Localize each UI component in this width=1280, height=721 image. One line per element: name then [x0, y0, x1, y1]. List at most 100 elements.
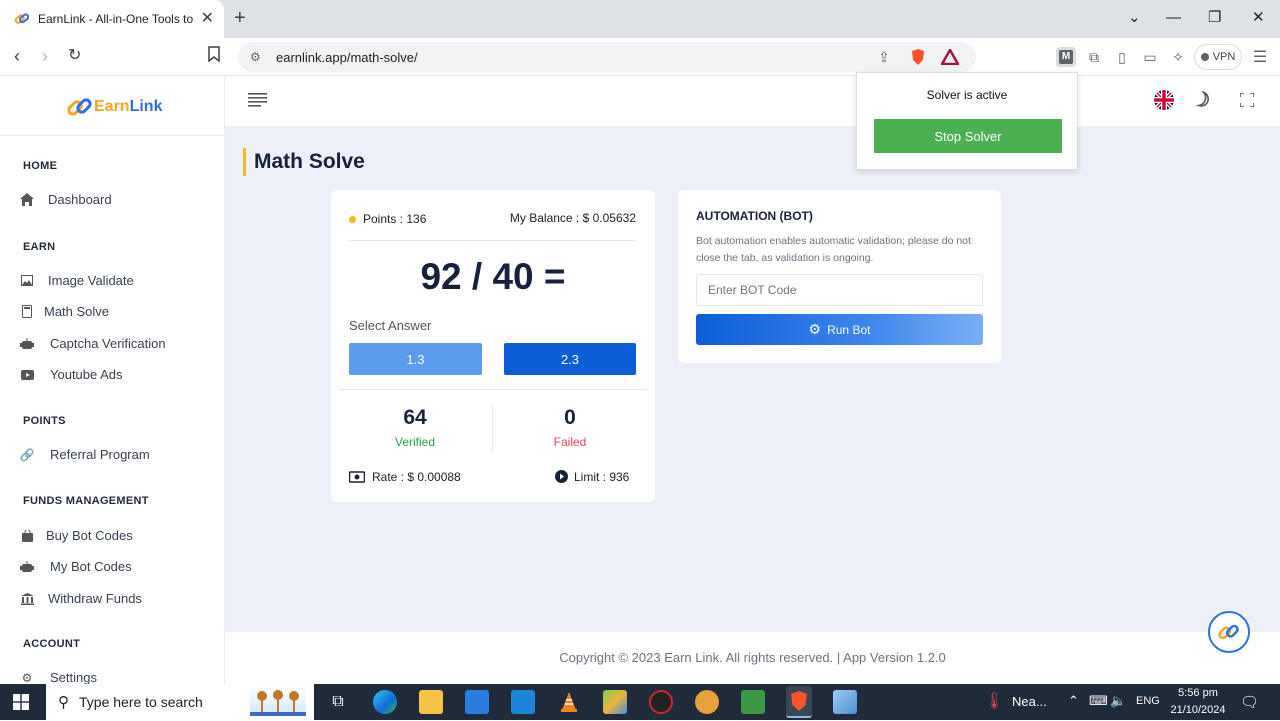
- sidebar-item-label: Math Solve: [44, 304, 110, 319]
- language-indicator[interactable]: ENG: [1136, 695, 1160, 707]
- leo-ai-icon[interactable]: ✧: [1168, 47, 1188, 67]
- medal-app-icon[interactable]: [695, 690, 719, 714]
- back-icon[interactable]: ‹: [14, 46, 20, 66]
- sidebar-item-label: Dashboard: [48, 192, 112, 207]
- section-points: POINTS: [23, 415, 66, 427]
- logo-text-link: Link: [129, 98, 163, 115]
- sidebar-item-withdraw-funds[interactable]: Withdraw Funds: [20, 591, 142, 606]
- vpn-status-icon: [1200, 53, 1209, 61]
- link-icon: 🔗: [19, 447, 35, 462]
- limit-text: Limit : 936: [574, 470, 630, 484]
- vpn-label: VPN: [1212, 51, 1236, 63]
- taskbar-search-box[interactable]: ⚲ Type here to search: [46, 684, 314, 720]
- uk-flag-icon[interactable]: [1154, 90, 1174, 115]
- red-app-icon[interactable]: [649, 690, 673, 714]
- dark-mode-moon-icon[interactable]: [1195, 91, 1213, 114]
- share-icon[interactable]: ⇪: [874, 47, 894, 67]
- file-explorer-icon[interactable]: [419, 690, 443, 714]
- run-bot-button[interactable]: ⚙ Run Bot: [696, 314, 983, 345]
- sidebar-item-dashboard[interactable]: Dashboard: [20, 192, 112, 207]
- brave-shields-icon[interactable]: [908, 47, 928, 67]
- footer-copyright: Copyright © 2023 Earn Link. All rights r…: [559, 650, 946, 665]
- sidebar-toggle-icon[interactable]: ▯: [1112, 47, 1132, 67]
- sidebar-item-youtube-ads[interactable]: Youtube Ads: [20, 367, 123, 382]
- search-icon: ⚲: [58, 694, 69, 711]
- answer-button[interactable]: 2.3: [504, 343, 636, 375]
- calculator-icon: [20, 305, 34, 319]
- solver-status-text: Solver is active: [926, 88, 1008, 102]
- sidebar-item-settings[interactable]: ⚙ Settings: [20, 670, 97, 684]
- sidebar-item-label: Referral Program: [50, 447, 150, 462]
- volume-icon[interactable]: 🔈: [1110, 693, 1126, 709]
- vpn-button[interactable]: VPN: [1194, 44, 1242, 70]
- excel-file-icon[interactable]: [741, 690, 765, 714]
- sidebar-divider: [0, 135, 224, 136]
- link-icon: [1218, 624, 1239, 640]
- sidebar-item-math-solve[interactable]: Math Solve: [20, 304, 109, 319]
- logo[interactable]: Earn Link: [66, 94, 162, 120]
- clock-time[interactable]: 5:56 pm: [1168, 687, 1228, 699]
- forward-icon[interactable]: ›: [42, 46, 48, 66]
- extensions-icon[interactable]: ⧉: [1084, 47, 1104, 67]
- minimize-button[interactable]: —: [1166, 8, 1181, 28]
- tab-title: EarnLink - All-in-One Tools to E: [38, 12, 196, 26]
- section-funds-management: FUNDS MANAGEMENT: [23, 495, 149, 507]
- close-window-button[interactable]: ✕: [1252, 8, 1265, 28]
- bot-code-input[interactable]: [696, 274, 983, 306]
- bank-icon: [20, 592, 34, 606]
- brave-browser-taskbar-icon[interactable]: [786, 686, 812, 718]
- notifications-icon[interactable]: 🗨: [1240, 693, 1259, 711]
- bookmark-icon[interactable]: [208, 46, 220, 67]
- restore-button[interactable]: ❐: [1208, 8, 1221, 28]
- earnlink-favicon-icon: [14, 11, 30, 27]
- microsoft-store-icon[interactable]: [465, 690, 489, 714]
- rate-text: Rate : $ 0.00088: [372, 470, 461, 484]
- sidebar-item-referral-program[interactable]: 🔗 Referral Program: [20, 447, 150, 462]
- task-view-icon[interactable]: ⧉: [326, 690, 350, 714]
- fullscreen-icon[interactable]: [1239, 92, 1255, 112]
- stop-solver-button[interactable]: Stop Solver: [874, 119, 1062, 153]
- menu-icon[interactable]: ☰: [1250, 47, 1270, 67]
- sidebar-item-label: My Bot Codes: [50, 559, 132, 574]
- math-equation: 92 / 40 =: [420, 256, 566, 297]
- bluestacks-icon[interactable]: [603, 690, 627, 714]
- network-icon[interactable]: ⌨: [1089, 693, 1108, 709]
- windows-start-icon[interactable]: [13, 694, 29, 715]
- verified-label: Verified: [394, 435, 436, 449]
- wallet-icon[interactable]: ▭: [1140, 47, 1160, 67]
- notepad-app-icon[interactable]: [833, 690, 857, 714]
- vlc-icon[interactable]: [557, 690, 581, 714]
- gear-icon: ⚙: [21, 670, 33, 685]
- mail-icon[interactable]: [511, 690, 535, 714]
- bot-card-title: AUTOMATION (BOT): [696, 209, 813, 223]
- divider: [339, 389, 647, 390]
- brave-rewards-icon[interactable]: [940, 47, 960, 67]
- tab-search-icon[interactable]: ⌄: [1128, 8, 1141, 28]
- browser-tab[interactable]: EarnLink - All-in-One Tools to E ✕: [0, 0, 224, 38]
- tab-close-icon[interactable]: ✕: [201, 11, 214, 27]
- logo-text-earn: Earn: [94, 98, 130, 115]
- weather-text[interactable]: Nea...: [1012, 694, 1047, 709]
- solver-extension-icon[interactable]: M: [1056, 47, 1076, 67]
- weather-thermometer-icon[interactable]: 🌡: [984, 691, 1004, 711]
- floating-link-button[interactable]: [1208, 611, 1250, 653]
- sidebar-item-captcha-verification[interactable]: Captcha Verification: [20, 336, 166, 351]
- balance-text: My Balance : $ 0.05632: [509, 211, 636, 225]
- logo-link-icon: [67, 98, 92, 116]
- new-tab-button[interactable]: +: [234, 8, 246, 28]
- run-bot-label: Run Bot: [827, 322, 871, 337]
- sidebar-item-image-validate[interactable]: Image Validate: [20, 273, 134, 288]
- failed-label: Failed: [553, 435, 587, 449]
- reload-icon[interactable]: ↻: [68, 46, 81, 66]
- address-bar[interactable]: ⚙ earnlink.app/math-solve/: [238, 42, 976, 72]
- limit-play-icon: [555, 470, 568, 488]
- hamburger-menu-icon[interactable]: [248, 93, 267, 112]
- chevron-up-icon[interactable]: ⌃: [1068, 693, 1079, 709]
- clock-date[interactable]: 21/10/2024: [1168, 704, 1228, 716]
- sidebar-item-my-bot-codes[interactable]: My Bot Codes: [20, 559, 132, 574]
- sidebar-item-buy-bot-codes[interactable]: Buy Bot Codes: [20, 528, 133, 543]
- math-solve-card: Points : 136 My Balance : $ 0.05632 92 /…: [331, 190, 655, 502]
- answer-button[interactable]: 1.3: [349, 343, 482, 375]
- edge-browser-icon[interactable]: [373, 690, 397, 714]
- site-settings-icon[interactable]: ⚙: [250, 50, 264, 64]
